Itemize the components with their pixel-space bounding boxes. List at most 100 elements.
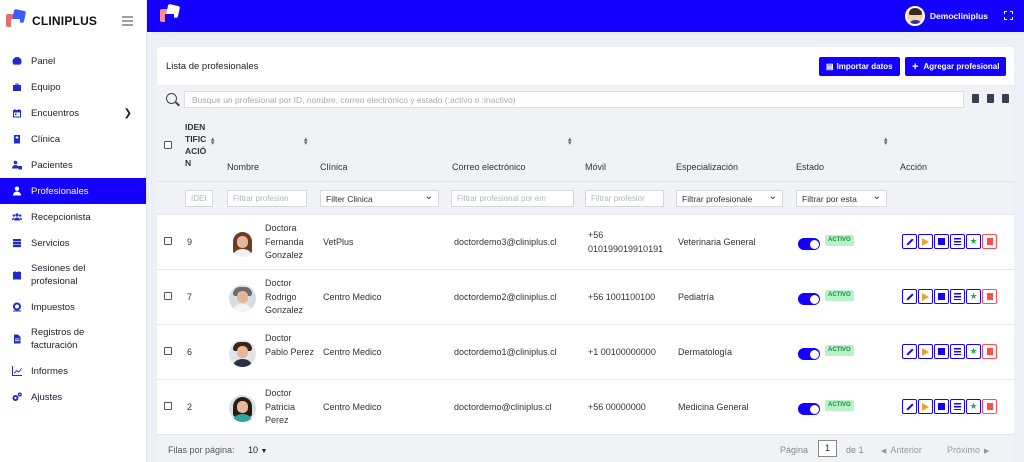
sidebar-item-label: Sesiones del profesional: [31, 263, 86, 287]
sidebar-item-servicios[interactable]: Servicios: [0, 230, 146, 256]
server-icon: [12, 238, 22, 248]
edit-button[interactable]: [902, 234, 917, 249]
row-clinic: Centro Medico: [323, 347, 382, 357]
header-mobile[interactable]: Móvil: [585, 162, 606, 172]
page-label: Página: [780, 445, 809, 455]
calendar-button[interactable]: [934, 399, 949, 414]
row-checkbox[interactable]: [164, 237, 172, 245]
delete-button[interactable]: [982, 289, 997, 304]
pencil-icon: [905, 402, 914, 411]
rows-per-page-select[interactable]: 10 ▼: [248, 445, 267, 455]
status-toggle[interactable]: [798, 348, 820, 360]
favorite-button[interactable]: ★: [966, 399, 981, 414]
status-toggle[interactable]: [798, 238, 820, 250]
gears-icon: [12, 392, 22, 402]
row-specialization: Medicina General: [678, 402, 749, 412]
sort-icon[interactable]: ▴ ▾: [568, 136, 572, 147]
status-toggle[interactable]: [798, 293, 820, 305]
sidebar-item-informes[interactable]: Informes: [0, 358, 146, 384]
filter-mobile-input[interactable]: Filtrar profesior: [585, 190, 664, 207]
row-checkbox[interactable]: [164, 292, 172, 300]
select-all-checkbox[interactable]: [164, 141, 172, 149]
list-icon: [954, 238, 961, 245]
sidebar-item-sesiones[interactable]: Sesiones del profesional: [0, 256, 146, 294]
sidebar-item-equipo[interactable]: Equipo: [0, 74, 146, 100]
sidebar-item-recepcionista[interactable]: Recepcionista: [0, 204, 146, 230]
user-menu[interactable]: Democliniplus: [904, 6, 988, 26]
send-button[interactable]: [918, 289, 933, 304]
edit-button[interactable]: [902, 399, 917, 414]
list-button[interactable]: [950, 234, 965, 249]
briefcase-icon: [12, 82, 22, 92]
calendar-button[interactable]: [934, 289, 949, 304]
header-name[interactable]: Nombre: [227, 162, 259, 172]
filter-specialization-select[interactable]: Filtrar profesionale: [676, 190, 783, 207]
filter-status-select[interactable]: Filtrar por esta: [796, 190, 887, 207]
list-button[interactable]: [950, 289, 965, 304]
header-email[interactable]: Correo electrónico: [452, 162, 526, 172]
import-data-button[interactable]: ▤ Importar datos: [819, 57, 900, 76]
list-button[interactable]: [950, 399, 965, 414]
star-icon: ★: [969, 236, 978, 246]
add-professional-button[interactable]: + Agregar profesional: [905, 57, 1007, 76]
row-checkbox[interactable]: [164, 347, 172, 355]
row-checkbox[interactable]: [164, 402, 172, 410]
calendar-button[interactable]: [934, 344, 949, 359]
sidebar-item-label: Informes: [31, 365, 68, 377]
edit-button[interactable]: [902, 344, 917, 359]
menu-toggle-icon[interactable]: [122, 16, 133, 26]
sidebar-item-ajustes[interactable]: Ajustes: [0, 384, 146, 410]
row-clinic: Centro Medico: [323, 292, 382, 302]
page-input[interactable]: 1: [818, 440, 837, 457]
calendar-button[interactable]: [934, 234, 949, 249]
search-input[interactable]: Busque un profesional por ID, nombre, co…: [184, 91, 964, 108]
delete-button[interactable]: [982, 399, 997, 414]
rows-per-page-label: Filas por página:: [168, 445, 235, 455]
header-id[interactable]: IDEN TIFIC ACIÓ N: [185, 121, 211, 169]
previous-page-button[interactable]: ◀ Anterior: [881, 445, 922, 455]
filter-id-input[interactable]: IDEI: [185, 190, 213, 207]
sort-icon[interactable]: ▴ ▾: [211, 136, 215, 147]
next-label: Próximo: [947, 445, 981, 455]
trash-icon: [986, 293, 993, 300]
status-badge: ACTIVO: [825, 400, 854, 411]
sidebar-item-label: Servicios: [31, 237, 70, 249]
send-button[interactable]: [918, 399, 933, 414]
caret-down-icon: ▼: [260, 448, 268, 455]
next-page-button[interactable]: Próximo ▶: [947, 445, 989, 455]
export-csv-icon[interactable]: [972, 94, 979, 103]
export-pdf-icon[interactable]: [1002, 94, 1009, 103]
favorite-button[interactable]: ★: [966, 234, 981, 249]
calendar-icon: [938, 238, 945, 245]
sidebar-item-clinica[interactable]: Clínica: [0, 126, 146, 152]
edit-button[interactable]: [902, 289, 917, 304]
filter-name-input[interactable]: Filtrar profesion: [227, 190, 307, 207]
sidebar-item-pacientes[interactable]: Pacientes: [0, 152, 146, 178]
send-button[interactable]: [918, 344, 933, 359]
delete-button[interactable]: [982, 234, 997, 249]
filter-clinic-select[interactable]: Filter Clinica: [320, 190, 439, 207]
status-toggle[interactable]: [798, 403, 820, 415]
sidebar-item-profesionales[interactable]: Profesionales: [0, 178, 146, 204]
list-button[interactable]: [950, 344, 965, 359]
filter-email-input[interactable]: Filtrar profesional por em: [451, 190, 574, 207]
export-excel-icon[interactable]: [987, 94, 994, 103]
header-specialization[interactable]: Especialización: [676, 162, 738, 172]
favorite-button[interactable]: ★: [966, 344, 981, 359]
send-button[interactable]: [918, 234, 933, 249]
sidebar-item-encuentros[interactable]: Encuentros ❯: [0, 100, 146, 126]
sidebar-item-impuestos[interactable]: Impuestos: [0, 294, 146, 320]
cliniplus-logo-icon[interactable]: [160, 3, 182, 27]
delete-button[interactable]: [982, 344, 997, 359]
favorite-button[interactable]: ★: [966, 289, 981, 304]
fullscreen-icon[interactable]: [1003, 10, 1013, 20]
status-badge: ACTIVO: [825, 345, 854, 356]
row-name: Doctora Fernanda Gonzalez: [265, 223, 304, 260]
header-status[interactable]: Estado: [796, 162, 824, 172]
sidebar-item-panel[interactable]: Panel: [0, 48, 146, 74]
sidebar-item-registros[interactable]: Registros de facturación: [0, 320, 146, 358]
import-icon: ▤: [826, 62, 834, 71]
header-clinic[interactable]: Clínica: [320, 162, 348, 172]
sort-icon[interactable]: ▴ ▾: [304, 136, 308, 147]
sort-icon[interactable]: ▴ ▾: [884, 136, 888, 147]
